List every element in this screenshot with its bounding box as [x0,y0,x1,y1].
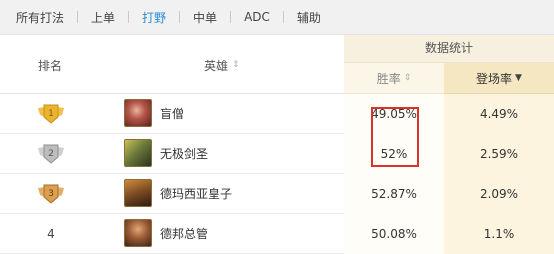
pick-rate-header-label: 登场率 [476,71,513,86]
win-rate-header-label: 胜率 [376,71,401,86]
tab-label[interactable]: 辅助 [284,9,334,26]
sort-icon[interactable]: ⇕ [232,61,240,70]
silver-rank-badge-icon: 2 [38,144,64,164]
tab-label[interactable]: ADC [231,10,283,24]
rank-cell: 4 [26,214,76,254]
table-row: 2 无极剑圣 52% 2.59% [0,134,554,174]
win-rate-cell: 49.05% [344,94,444,134]
table-row: 4 德邦总管 50.08% 1.1% [0,214,554,254]
hero-stats-table: 排名 英雄 ⇕ 数据统计 胜率 ⇕ 登场率 ▼ 1 盲僧 49.05% 4.49… [0,35,554,254]
hero-avatar[interactable] [124,99,152,127]
table-row: 3 德玛西亚皇子 52.87% 2.09% [0,174,554,214]
tab-all[interactable]: 所有打法 [0,0,79,35]
sort-icon[interactable]: ⇕ [404,73,412,83]
tab-label[interactable]: 所有打法 [0,9,77,26]
hero-avatar[interactable] [124,219,152,247]
hero-name[interactable]: 德玛西亚皇子 [160,174,232,214]
tab-support[interactable]: 辅助 [284,0,334,35]
rank-cell: 3 [26,174,76,214]
stats-group-header: 数据统计 [344,35,554,63]
tab-label[interactable]: 打野 [129,9,179,26]
hero-header-label: 英雄 [204,59,229,73]
gold-rank-badge-icon: 1 [38,104,64,124]
pick-rate-cell: 4.49% [444,94,554,134]
pick-rate-cell: 2.09% [444,174,554,214]
pick-rate-cell: 2.59% [444,134,554,174]
sort-desc-icon[interactable]: ▼ [515,73,522,83]
table-header: 排名 英雄 ⇕ [0,35,344,94]
tab-jungle[interactable]: 打野 [129,0,181,35]
pick-rate-cell: 1.1% [444,214,554,254]
pick-rate-column-header[interactable]: 登场率 ▼ [444,63,554,94]
rank-number: 3 [48,189,54,199]
tab-mid[interactable]: 中单 [180,0,232,35]
win-rate-cell: 50.08% [344,214,444,254]
table-row: 1 盲僧 49.05% 4.49% [0,94,554,134]
bronze-rank-badge-icon: 3 [38,184,64,204]
tab-adc[interactable]: ADC [231,0,284,35]
rank-cell: 1 [26,94,76,134]
rank-number: 2 [48,149,54,159]
hero-avatar[interactable] [124,179,152,207]
hero-name[interactable]: 盲僧 [160,94,184,134]
rank-column-header: 排名 [38,59,63,73]
hero-name[interactable]: 无极剑圣 [160,134,208,174]
lane-filter-tabs: 所有打法 上单 打野 中单 ADC 辅助 [0,0,554,35]
hero-column-header[interactable]: 英雄 ⇕ [204,57,240,74]
rank-number: 4 [47,227,55,241]
rank-number: 1 [48,109,54,119]
hero-avatar[interactable] [124,139,152,167]
tab-label[interactable]: 中单 [180,9,230,26]
win-rate-cell: 52% [344,134,444,174]
hero-name[interactable]: 德邦总管 [160,214,208,254]
win-rate-cell: 52.87% [344,174,444,214]
rank-cell: 2 [26,134,76,174]
win-rate-column-header[interactable]: 胜率 ⇕ [344,63,444,94]
tab-top[interactable]: 上单 [78,0,130,35]
tab-label[interactable]: 上单 [78,9,128,26]
